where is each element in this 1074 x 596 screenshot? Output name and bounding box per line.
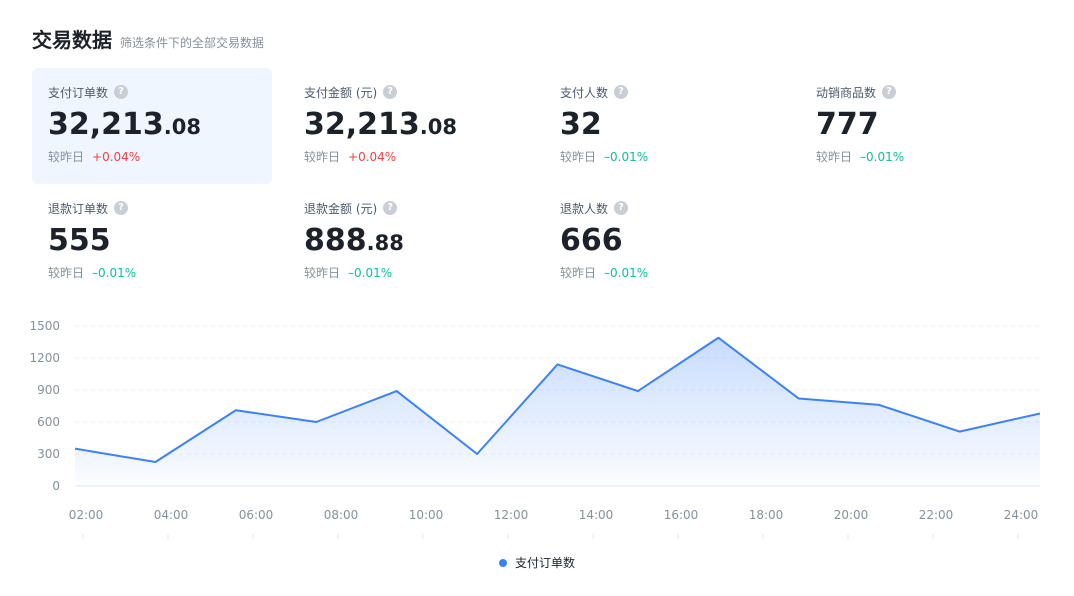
data-point — [958, 430, 961, 433]
question-circle-icon[interactable]: ? — [614, 201, 629, 215]
metric-value-int: 555 — [48, 223, 111, 258]
data-point — [636, 390, 639, 393]
legend-label: 支付订单数 — [514, 556, 575, 570]
metric-value-dec: .08 — [419, 115, 457, 139]
metric-value-int: 777 — [816, 107, 879, 142]
question-circle-icon[interactable]: ? — [383, 201, 398, 215]
question-circle-icon[interactable]: ? — [882, 85, 897, 99]
delta-value: –0.01% — [860, 149, 905, 164]
metric-card-pay-users[interactable]: 支付人数? 32 较昨日 –0.01% — [544, 68, 784, 184]
compare-label: 较昨日 — [48, 266, 85, 280]
page-title: 交易数据 — [32, 28, 112, 52]
area-fill — [75, 337, 1040, 486]
data-point — [315, 421, 318, 424]
metric-value-int: 32,213 — [48, 107, 164, 142]
metric-card-pay-orders[interactable]: 支付订单数? 32,213.08 较昨日 +0.04% — [32, 68, 272, 184]
metric-label: 退款人数 — [560, 201, 609, 216]
metric-card-active-products[interactable]: 动销商品数? 777 较昨日 –0.01% — [800, 68, 1040, 184]
compare-label: 较昨日 — [48, 150, 85, 164]
metric-card-refund-users[interactable]: 退款人数? 666 较昨日 –0.01% — [544, 184, 784, 300]
compare-label: 较昨日 — [560, 150, 597, 164]
metric-card-refund-orders[interactable]: 退款订单数? 555 较昨日 –0.01% — [32, 184, 272, 300]
data-point — [1039, 412, 1042, 415]
x-tick-label: 10:00 — [409, 508, 444, 522]
page-subtitle: 筛选条件下的全部交易数据 — [120, 36, 265, 50]
metric-label: 退款订单数 — [48, 201, 109, 216]
chart-legend[interactable]: 支付订单数 — [0, 554, 1074, 571]
data-point — [395, 390, 398, 393]
x-tick-label: 04:00 — [154, 508, 189, 522]
x-tick-label: 02:00 — [69, 508, 104, 522]
metric-label: 动销商品数 — [816, 85, 877, 100]
y-tick-label: 1200 — [29, 351, 60, 365]
metric-value: 777 — [816, 108, 1024, 142]
metric-card-refund-amount[interactable]: 退款金额 (元)? 888.88 较昨日 –0.01% — [288, 184, 528, 300]
question-circle-icon[interactable]: ? — [383, 85, 398, 99]
compare-label: 较昨日 — [304, 266, 341, 280]
question-circle-icon[interactable]: ? — [114, 201, 129, 215]
x-tick-label: 06:00 — [239, 508, 274, 522]
question-circle-icon[interactable]: ? — [614, 85, 629, 99]
x-tick-label: 16:00 — [664, 508, 699, 522]
metric-value: 666 — [560, 224, 768, 258]
legend-marker — [498, 558, 507, 567]
compare-label: 较昨日 — [560, 266, 597, 280]
compare-label: 较昨日 — [816, 150, 853, 164]
data-point — [74, 447, 77, 450]
data-point — [878, 403, 881, 406]
metric-value-dec: .88 — [366, 231, 404, 255]
y-tick-label: 300 — [37, 447, 60, 461]
data-point — [234, 409, 237, 412]
data-point — [797, 397, 800, 400]
metric-value: 32,213.08 — [304, 108, 512, 142]
metric-label: 支付人数 — [560, 85, 609, 100]
y-tick-label: 600 — [37, 415, 60, 429]
x-tick-label: 24:00 — [1004, 508, 1039, 522]
metric-value: 555 — [48, 224, 256, 258]
x-tick-label: 22:00 — [919, 508, 954, 522]
x-tick-label: 20:00 — [834, 508, 869, 522]
delta-value: +0.04% — [92, 149, 141, 164]
delta-value: –0.01% — [604, 149, 649, 164]
metric-label: 支付金额 (元) — [304, 85, 378, 100]
data-point — [717, 336, 720, 339]
x-tick-label: 08:00 — [324, 508, 359, 522]
metric-value: 32,213.08 — [48, 108, 256, 142]
compare-label: 较昨日 — [304, 150, 341, 164]
metric-label: 退款金额 (元) — [304, 201, 378, 216]
metric-value-dec: .08 — [163, 115, 201, 139]
metric-value-int: 888 — [304, 223, 367, 258]
data-point — [556, 363, 559, 366]
x-tick-label: 18:00 — [749, 508, 784, 522]
y-tick-label: 900 — [37, 383, 60, 397]
metric-value-int: 32 — [560, 107, 602, 142]
x-tick-label: 14:00 — [579, 508, 614, 522]
delta-value: –0.01% — [348, 265, 393, 280]
metric-label: 支付订单数 — [48, 85, 109, 100]
line-chart: 0 300 600 900 1200 1500 02:00 04:00 06:00 08:00 10… — [29, 319, 1042, 539]
y-tick-label: 0 — [52, 479, 60, 493]
section-header: 交易数据 筛选条件下的全部交易数据 — [32, 24, 264, 53]
data-point — [154, 461, 157, 464]
delta-value: +0.04% — [348, 149, 397, 164]
question-circle-icon[interactable]: ? — [114, 85, 129, 99]
metric-card-pay-amount[interactable]: 支付金额 (元)? 32,213.08 较昨日 +0.04% — [288, 68, 528, 184]
y-tick-label: 1500 — [29, 319, 60, 333]
x-tick-label: 12:00 — [494, 508, 529, 522]
metric-value-int: 666 — [560, 223, 623, 258]
metric-value-int: 32,213 — [304, 107, 420, 142]
delta-value: –0.01% — [604, 265, 649, 280]
data-point — [476, 453, 479, 456]
metric-value: 32 — [560, 108, 768, 142]
delta-value: –0.01% — [92, 265, 137, 280]
metric-value: 888.88 — [304, 224, 512, 258]
